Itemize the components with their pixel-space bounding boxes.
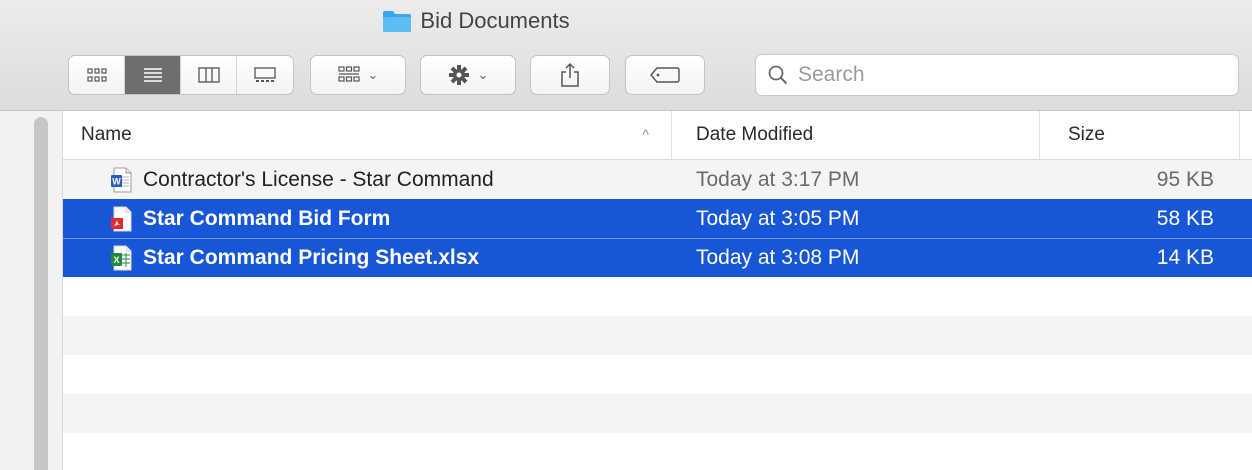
list-icon	[143, 68, 162, 82]
tag-icon	[650, 67, 680, 83]
chevron-down-icon: ⌄	[477, 67, 489, 82]
view-mode-control	[68, 55, 294, 95]
empty-row	[63, 277, 1252, 316]
search-input[interactable]	[796, 62, 1200, 88]
group-by-button[interactable]: ⌄	[310, 55, 406, 95]
icon-view-button[interactable]	[69, 56, 125, 94]
empty-row	[63, 355, 1252, 394]
column-header-name[interactable]: Name ^	[63, 111, 672, 159]
folder-icon	[382, 10, 412, 33]
sort-ascending-icon: ^	[642, 126, 649, 142]
chevron-down-icon: ⌄	[367, 67, 379, 82]
excel-spreadsheet-icon: X	[111, 245, 133, 271]
toolbar: Bid Documents ⌄ ⌄ Search	[0, 0, 1252, 111]
sidebar	[0, 111, 63, 470]
finder-window: Bid Documents ⌄ ⌄ Search Name ^ Date Mod…	[0, 0, 1252, 470]
file-row[interactable]: W Contractor's License - Star Command To…	[63, 160, 1252, 199]
file-name: Contractor's License - Star Command	[143, 167, 494, 191]
column-header-size[interactable]: Size	[1040, 111, 1240, 159]
word-document-icon: W	[111, 167, 133, 193]
column-view-button[interactable]	[181, 56, 237, 94]
file-name: Star Command Bid Form	[143, 206, 391, 230]
gallery-icon	[254, 67, 276, 82]
file-size: 58 KB	[1156, 206, 1214, 230]
empty-row	[63, 316, 1252, 355]
tag-button[interactable]	[625, 55, 705, 95]
gallery-view-button[interactable]	[237, 56, 293, 94]
search-field[interactable]	[755, 54, 1239, 96]
list-view-button[interactable]	[125, 56, 181, 94]
share-button[interactable]	[530, 55, 610, 95]
file-date: Today at 3:08 PM	[696, 246, 860, 269]
file-name-cell: W Contractor's License - Star Command	[63, 167, 672, 193]
file-row[interactable]: X Star Command Pricing Sheet.xlsx Today …	[63, 238, 1252, 277]
file-date: Today at 3:17 PM	[696, 167, 860, 191]
grid-icon	[86, 68, 107, 82]
action-menu-button[interactable]: ⌄	[420, 55, 516, 95]
file-name-cell: Star Command Bid Form	[63, 206, 672, 232]
file-row[interactable]: Star Command Bid Form Today at 3:05 PM 5…	[63, 199, 1252, 238]
file-date: Today at 3:05 PM	[696, 206, 860, 230]
file-list: Name ^ Date Modified Size W Contractor's…	[63, 111, 1252, 470]
svg-text:X: X	[113, 255, 119, 265]
search-icon	[768, 65, 788, 85]
group-grid-icon	[337, 66, 360, 82]
svg-text:W: W	[112, 176, 121, 186]
empty-row	[63, 433, 1252, 470]
file-name: Star Command Pricing Sheet.xlsx	[143, 246, 480, 269]
column-header: Name ^ Date Modified Size	[63, 111, 1252, 160]
file-name-cell: X Star Command Pricing Sheet.xlsx	[63, 245, 672, 271]
columns-icon	[197, 67, 220, 83]
file-size: 95 KB	[1156, 167, 1214, 191]
file-size: 14 KB	[1156, 246, 1214, 269]
column-header-date-modified[interactable]: Date Modified	[672, 111, 1040, 159]
pdf-document-icon	[111, 206, 133, 232]
window-title: Bid Documents	[420, 8, 570, 33]
gear-icon	[448, 65, 469, 85]
empty-row	[63, 394, 1252, 433]
window-title-bar: Bid Documents	[0, 8, 1252, 39]
share-icon	[561, 62, 579, 87]
sidebar-scrollbar[interactable]	[34, 117, 48, 470]
